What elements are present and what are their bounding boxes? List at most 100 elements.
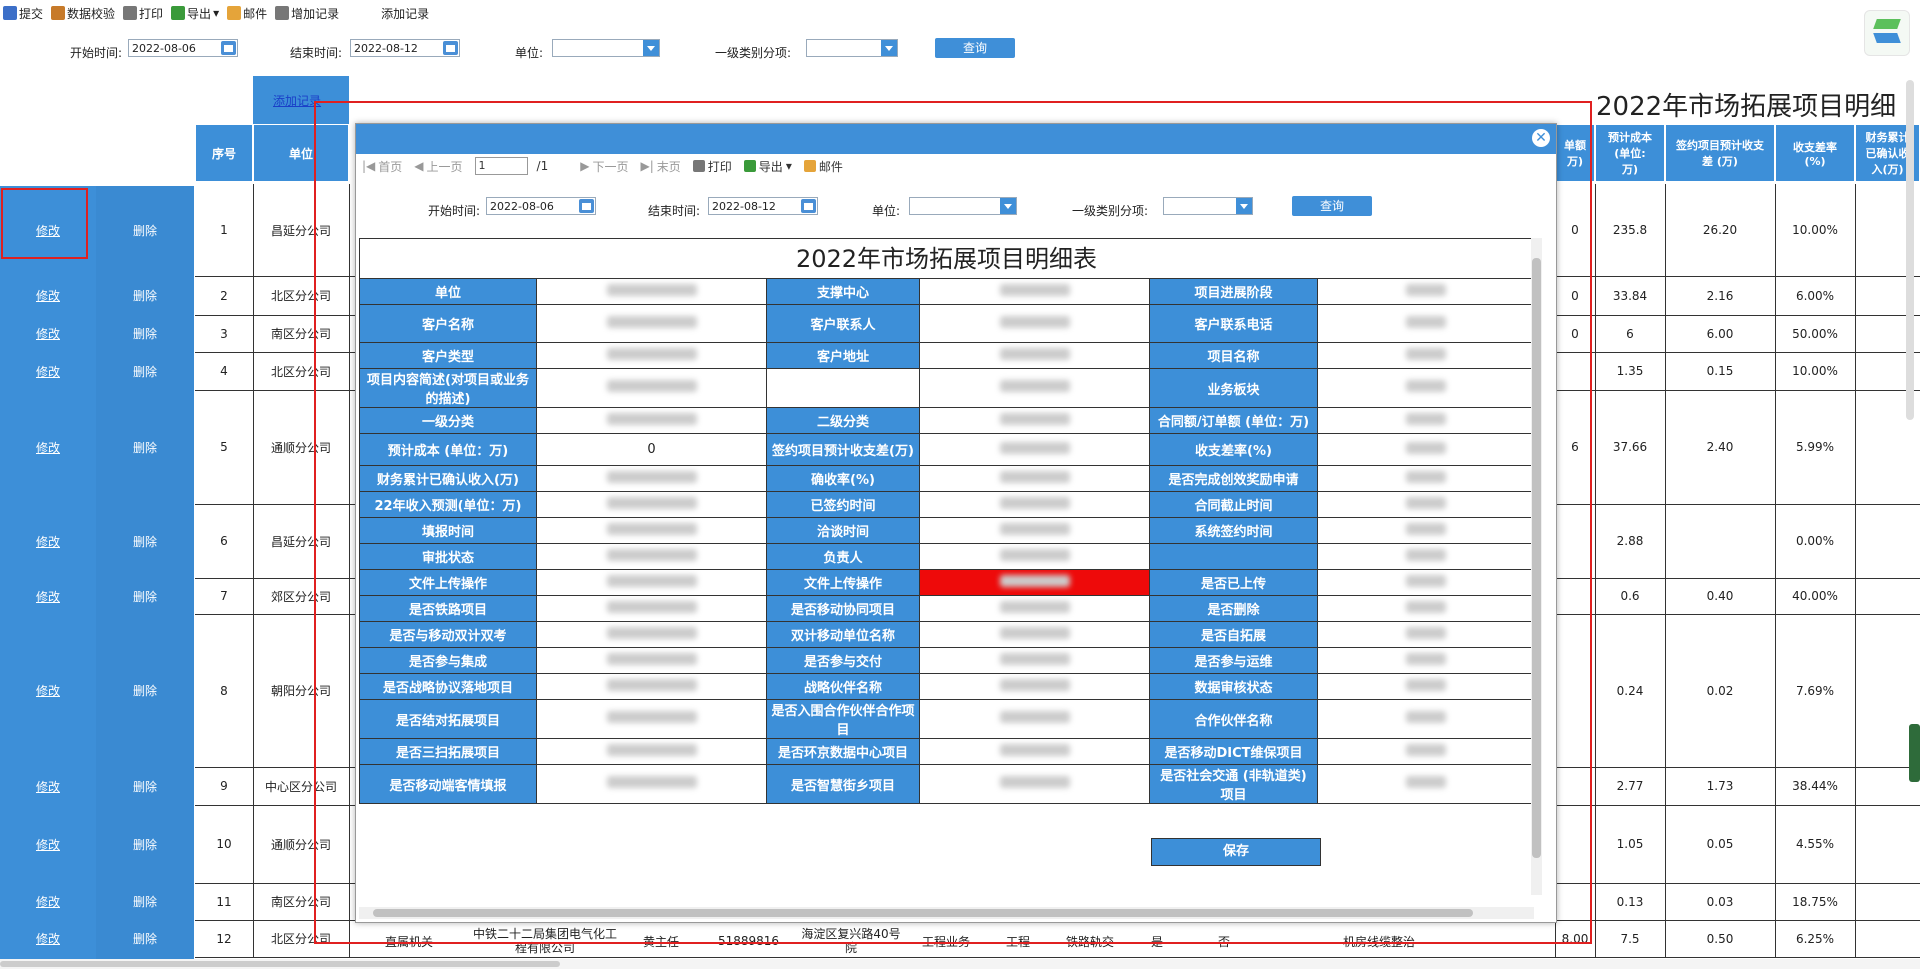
form-value[interactable] <box>919 543 1150 570</box>
edit-link[interactable]: 修改 <box>0 578 96 614</box>
modal-export-button[interactable]: 导出 ▾ <box>738 158 798 175</box>
form-value[interactable] <box>1317 517 1535 544</box>
delete-label[interactable]: 删除 <box>133 836 157 853</box>
modal-category-select[interactable] <box>1163 197 1253 215</box>
form-value[interactable] <box>1317 699 1535 739</box>
edit-link-label[interactable]: 修改 <box>36 930 60 947</box>
form-value[interactable] <box>919 595 1150 622</box>
page-vertical-scrollbar[interactable] <box>1906 80 1914 420</box>
next-page-button[interactable]: ▶ 下一页 <box>574 158 634 175</box>
edit-link-label[interactable]: 修改 <box>36 893 60 910</box>
form-value[interactable] <box>1317 764 1535 804</box>
form-value[interactable] <box>1317 433 1535 466</box>
form-value[interactable] <box>1317 543 1535 570</box>
delete-button[interactable]: 删除 <box>96 276 194 315</box>
form-value[interactable] <box>919 368 1150 408</box>
delete-label[interactable]: 删除 <box>133 325 157 342</box>
form-value[interactable] <box>1317 738 1535 765</box>
form-value[interactable] <box>919 517 1150 544</box>
edit-link[interactable]: 修改 <box>0 390 96 504</box>
form-value[interactable] <box>536 368 767 408</box>
form-value[interactable] <box>919 407 1150 434</box>
edit-link[interactable]: 修改 <box>0 920 96 957</box>
edit-link-label[interactable]: 修改 <box>36 682 60 699</box>
delete-label[interactable]: 删除 <box>133 893 157 910</box>
form-value[interactable] <box>536 543 767 570</box>
form-value[interactable] <box>919 278 1150 305</box>
delete-label[interactable]: 删除 <box>133 682 157 699</box>
modal-mail-button[interactable]: 邮件 <box>798 158 849 175</box>
edit-link-label[interactable]: 修改 <box>36 778 60 795</box>
delete-button[interactable]: 删除 <box>96 184 194 276</box>
modal-print-button[interactable]: 打印 <box>687 158 738 175</box>
add-record-link[interactable]: 添加记录 <box>273 92 321 109</box>
delete-label[interactable]: 删除 <box>133 363 157 380</box>
delete-button[interactable]: 删除 <box>96 920 194 957</box>
calendar-icon[interactable] <box>801 199 816 213</box>
form-value[interactable] <box>1317 569 1535 596</box>
form-value[interactable] <box>919 738 1150 765</box>
edit-link-label[interactable]: 修改 <box>36 439 60 456</box>
form-value[interactable] <box>1317 595 1535 622</box>
form-value[interactable] <box>536 595 767 622</box>
edit-link-label[interactable]: 修改 <box>36 363 60 380</box>
edit-link-label[interactable]: 修改 <box>36 836 60 853</box>
chevron-down-icon[interactable] <box>643 40 659 56</box>
modal-end-input[interactable]: 2022-08-12 <box>708 197 818 215</box>
form-value[interactable] <box>919 342 1150 369</box>
prev-page-button[interactable]: ◀ 上一页 <box>408 158 468 175</box>
category-select[interactable] <box>806 39 898 57</box>
delete-button[interactable]: 删除 <box>96 578 194 614</box>
form-value[interactable] <box>536 342 767 369</box>
modal-horizontal-scrollbar[interactable] <box>359 907 1534 919</box>
side-widget-handle[interactable] <box>1909 724 1920 782</box>
delete-button[interactable]: 删除 <box>96 504 194 578</box>
form-value[interactable] <box>536 621 767 648</box>
form-value[interactable] <box>536 517 767 544</box>
chevron-down-icon[interactable] <box>1236 198 1252 214</box>
form-value[interactable]: 0 <box>536 433 767 466</box>
delete-button[interactable]: 删除 <box>96 390 194 504</box>
form-value[interactable] <box>919 764 1150 804</box>
delete-label[interactable]: 删除 <box>133 439 157 456</box>
form-value[interactable] <box>919 673 1150 700</box>
form-value[interactable] <box>1317 491 1535 518</box>
form-value[interactable] <box>536 569 767 596</box>
add-record-button[interactable]: 增加记录 <box>272 2 342 24</box>
modal-query-button[interactable]: 查询 <box>1292 196 1372 216</box>
chevron-down-icon[interactable] <box>881 40 897 56</box>
form-value[interactable] <box>536 738 767 765</box>
data-check-button[interactable]: 数据校验 <box>48 2 118 24</box>
modal-start-input[interactable]: 2022-08-06 <box>486 197 596 215</box>
form-value[interactable] <box>536 465 767 492</box>
export-button[interactable]: 导出 ▾ <box>168 2 222 24</box>
form-value[interactable] <box>536 491 767 518</box>
unit-select[interactable] <box>552 39 660 57</box>
edit-link-label[interactable]: 修改 <box>36 533 60 550</box>
print-button[interactable]: 打印 <box>120 2 166 24</box>
calendar-icon[interactable] <box>221 41 236 55</box>
form-value[interactable] <box>536 304 767 343</box>
edit-link[interactable]: 修改 <box>0 315 96 352</box>
edit-link[interactable]: 修改 <box>0 614 96 767</box>
modal-vertical-scrollbar[interactable] <box>1531 238 1542 895</box>
edit-link[interactable]: 修改 <box>0 184 96 276</box>
scroll-thumb[interactable] <box>373 909 1473 917</box>
delete-button[interactable]: 删除 <box>96 614 194 767</box>
first-page-button[interactable]: |◀ 首页 <box>356 158 408 175</box>
edit-link-label[interactable]: 修改 <box>36 222 60 239</box>
delete-button[interactable]: 删除 <box>96 315 194 352</box>
form-value[interactable] <box>919 433 1150 466</box>
form-value[interactable] <box>919 491 1150 518</box>
form-value[interactable] <box>919 465 1150 492</box>
page-number-input[interactable]: 1 <box>474 157 528 175</box>
delete-button[interactable]: 删除 <box>96 352 194 390</box>
form-value[interactable] <box>1317 278 1535 305</box>
calendar-icon[interactable] <box>443 41 458 55</box>
form-value[interactable] <box>919 647 1150 674</box>
close-icon[interactable]: ✕ <box>1532 129 1550 147</box>
delete-label[interactable]: 删除 <box>133 588 157 605</box>
scroll-thumb[interactable] <box>1532 258 1541 858</box>
form-value[interactable] <box>536 278 767 305</box>
form-value[interactable] <box>1317 621 1535 648</box>
